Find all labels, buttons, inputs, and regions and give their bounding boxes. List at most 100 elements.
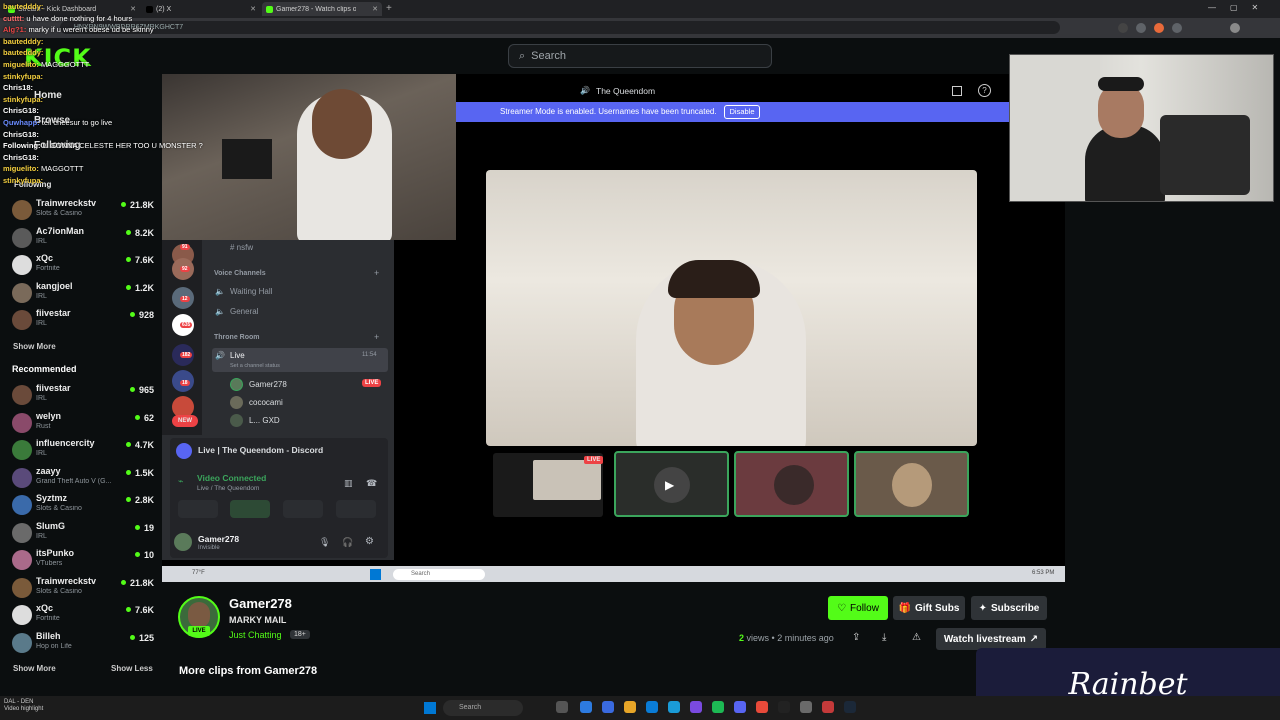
sidebar-channel-item[interactable]: SlumG IRL 19 — [12, 521, 154, 547]
popout-icon[interactable] — [952, 86, 962, 96]
share-icon[interactable]: ⇪ — [852, 632, 860, 643]
download-icon[interactable]: ⤓ — [882, 632, 886, 643]
voice-channels-heading[interactable]: Voice Channels — [214, 270, 266, 277]
taskbar-app-icon[interactable] — [602, 701, 614, 713]
sidebar-channel-item[interactable]: influencercity IRL 4.7K — [12, 438, 154, 464]
settings-gear-icon[interactable]: ⚙ — [365, 536, 374, 547]
sidebar-channel-item[interactable]: Billeh Hop on Life 125 — [12, 631, 154, 657]
throne-room-heading[interactable]: Throne Room — [214, 334, 260, 341]
taskbar-app-icon[interactable] — [800, 701, 812, 713]
gift-subs-button[interactable]: 🎁 Gift Subs — [893, 596, 965, 620]
category-link[interactable]: Just Chatting — [229, 630, 282, 640]
chrome-icon[interactable] — [756, 701, 768, 713]
sidebar-channel-item[interactable]: fiivestar IRL 965 — [12, 383, 154, 409]
taskbar-app-icon[interactable] — [690, 701, 702, 713]
task-view-icon[interactable] — [556, 701, 568, 713]
signal-icon[interactable]: ⌁ — [178, 476, 183, 487]
taskbar-app-icon[interactable] — [822, 701, 834, 713]
sidebar-channel-item[interactable]: kangjoel IRL 1.2K — [12, 281, 154, 307]
edge-icon[interactable] — [668, 701, 680, 713]
sidebar-channel-item[interactable]: zaayy Grand Theft Auto V (G... 1.5K — [12, 466, 154, 492]
set-status-text[interactable]: Set a channel status — [230, 363, 280, 369]
chat-username[interactable]: bautedddy: — [3, 2, 43, 11]
video-connected-status[interactable]: Video Connected — [197, 473, 266, 483]
extension-icon[interactable] — [1154, 23, 1164, 33]
add-channel-icon[interactable]: + — [374, 268, 379, 278]
chat-username[interactable]: Alg?1: — [3, 25, 26, 34]
chat-username[interactable]: miguelito: — [3, 60, 39, 69]
sidebar-channel-item[interactable]: Trainwreckstv Slots & Casino 21.8K — [12, 198, 154, 224]
taskbar-app-icon[interactable] — [646, 701, 658, 713]
participant-tile[interactable]: ▶ — [614, 451, 729, 517]
chat-username[interactable]: bautedddy: — [3, 48, 43, 57]
disconnect-icon[interactable]: ☎ — [366, 478, 377, 489]
watch-livestream-button[interactable]: Watch livestream ↗ — [936, 628, 1046, 650]
windows-start-icon[interactable] — [424, 702, 436, 714]
taskbar-app-icon[interactable] — [580, 701, 592, 713]
sidebar-channel-item[interactable]: Ac7ionMan IRL 8.2K — [12, 226, 154, 252]
file-explorer-icon[interactable] — [624, 701, 636, 713]
extension-icon[interactable] — [1118, 23, 1128, 33]
sidebar-channel-item[interactable]: xQc Fortnite 7.6K — [12, 253, 154, 279]
taskbar-app-icon[interactable] — [778, 701, 790, 713]
help-icon[interactable]: ? — [978, 84, 991, 97]
chat-username[interactable]: stinkyfupa: — [3, 95, 43, 104]
extension-icon[interactable] — [1172, 23, 1182, 33]
main-video-feed[interactable] — [486, 170, 977, 446]
chat-username[interactable]: ChrisG18: — [3, 130, 39, 139]
follow-button[interactable]: ♡ Follow — [828, 596, 888, 620]
participant-tile[interactable] — [854, 451, 969, 517]
disable-streamer-mode-button[interactable]: Disable — [724, 105, 760, 119]
subscribe-button[interactable]: ✦ Subscribe — [971, 596, 1047, 620]
channel-waiting-hall[interactable]: Waiting Hall — [230, 287, 272, 296]
show-more-recommended-button[interactable]: Show More — [13, 664, 56, 673]
user-avatar[interactable] — [174, 533, 192, 551]
soundboard-button[interactable] — [336, 500, 376, 518]
chat-username[interactable]: stinkyfupa: — [3, 72, 43, 81]
steam-icon[interactable] — [844, 701, 856, 713]
sidebar-channel-item[interactable]: Trainwreckstv Slots & Casino 21.8K — [12, 576, 154, 602]
activities-button[interactable] — [283, 500, 323, 518]
chat-username[interactable]: Quwhapp: — [3, 118, 40, 127]
taskbar-widget[interactable]: DAL - DEN Video highlight — [4, 699, 43, 713]
member-gamer278[interactable]: Gamer278 — [249, 380, 287, 389]
discord-icon[interactable] — [734, 701, 746, 713]
report-icon[interactable]: ⚠ — [912, 632, 921, 643]
member-third[interactable]: L... GXD — [249, 416, 280, 425]
add-channel-icon[interactable]: + — [374, 332, 379, 342]
new-tab-icon[interactable]: + — [386, 3, 392, 14]
chat-username[interactable]: Chris18: — [3, 83, 33, 92]
channel-live[interactable]: Live — [230, 351, 245, 360]
spotify-icon[interactable] — [712, 701, 724, 713]
channel-general[interactable]: General — [230, 307, 258, 316]
headphones-icon[interactable]: 🎧 — [342, 537, 353, 548]
profile-avatar[interactable] — [1230, 23, 1240, 33]
taskbar-search[interactable]: Search — [443, 700, 523, 716]
screen-share-button[interactable] — [230, 500, 270, 518]
camera-off-button[interactable] — [178, 500, 218, 518]
streamer-name[interactable]: Gamer278 — [229, 596, 292, 611]
close-icon[interactable]: ✕ — [250, 5, 256, 13]
sidebar-channel-item[interactable]: itsPunko VTubers 10 — [12, 548, 154, 574]
chat-username[interactable]: ChrisG18: — [3, 153, 39, 162]
member-cococami[interactable]: cococami — [249, 398, 283, 407]
sidebar-channel-item[interactable]: welyn Rust 62 — [12, 411, 154, 437]
tab-gamer278-clips[interactable]: Gamer278 - Watch clips on Kick ✕ — [262, 2, 382, 16]
channel-nsfw[interactable]: # nsfw — [230, 243, 253, 252]
sidebar-channel-item[interactable]: xQc Fortnite 7.6K — [12, 603, 154, 629]
close-icon[interactable]: ✕ — [372, 5, 378, 13]
sidebar-channel-item[interactable]: Syztmz Slots & Casino 2.8K — [12, 493, 154, 519]
sidebar-channel-item[interactable]: fiivestar IRL 928 — [12, 308, 154, 334]
search-input[interactable]: ⌕ Search — [508, 44, 772, 68]
participant-tile[interactable] — [734, 451, 849, 517]
chat-username[interactable]: bautedddy: — [3, 37, 43, 46]
show-less-button[interactable]: Show Less — [111, 664, 153, 673]
chat-username[interactable]: miguelito: — [3, 164, 39, 173]
extension-icon[interactable] — [1136, 23, 1146, 33]
chat-username[interactable]: Following: — [3, 141, 41, 150]
chat-username[interactable]: stinkyfupa: — [3, 176, 43, 185]
chat-username[interactable]: ChrisG18: — [3, 106, 39, 115]
chat-username[interactable]: cutttt: — [3, 14, 24, 23]
noise-suppression-icon[interactable]: ▥ — [344, 478, 353, 489]
show-more-following-button[interactable]: Show More — [13, 342, 56, 351]
